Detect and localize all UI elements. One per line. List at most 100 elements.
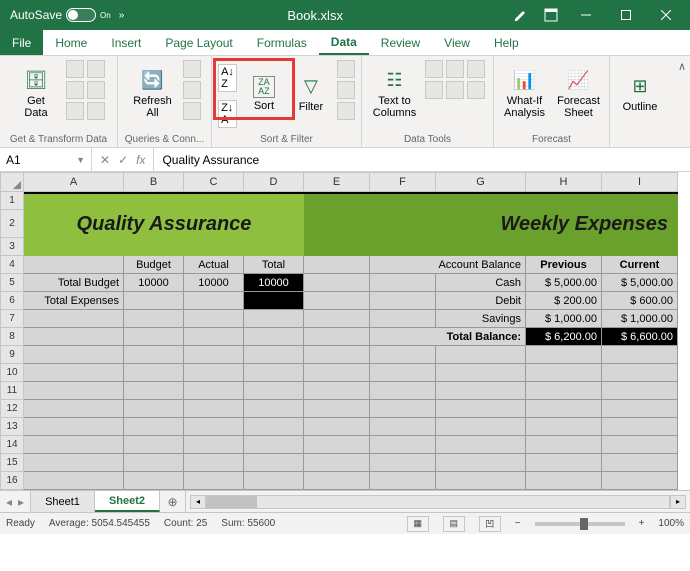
cell-A16[interactable] <box>24 472 124 490</box>
cell-F6[interactable] <box>370 292 436 310</box>
cell-B10[interactable] <box>124 364 184 382</box>
cell-B1[interactable] <box>124 192 184 210</box>
cell-D5[interactable]: 10000 <box>244 274 304 292</box>
select-all-corner[interactable] <box>0 172 24 192</box>
sort-button[interactable]: ZAAZ Sort <box>243 60 285 128</box>
minimize-button[interactable] <box>566 0 606 30</box>
row-header-16[interactable]: 16 <box>0 472 24 490</box>
col-header-a[interactable]: A <box>24 172 124 192</box>
cell-E16[interactable] <box>304 472 370 490</box>
col-header-i[interactable]: I <box>602 172 678 192</box>
tab-home[interactable]: Home <box>43 30 99 55</box>
row-header-10[interactable]: 10 <box>0 364 24 382</box>
row-header-7[interactable]: 7 <box>0 310 24 328</box>
cell-C5[interactable]: 10000 <box>184 274 244 292</box>
sheet-tab-2[interactable]: Sheet2 <box>95 491 160 512</box>
cell-H16[interactable] <box>526 472 602 490</box>
col-header-c[interactable]: C <box>184 172 244 192</box>
cell-B4[interactable]: Budget <box>124 256 184 274</box>
cell-F15[interactable] <box>370 454 436 472</box>
consolidate-icon[interactable] <box>425 81 443 99</box>
cell-D14[interactable] <box>244 436 304 454</box>
reapply-icon[interactable] <box>337 81 355 99</box>
add-sheet-button[interactable]: ⊕ <box>160 491 186 512</box>
cell-H11[interactable] <box>526 382 602 400</box>
cell-F16[interactable] <box>370 472 436 490</box>
collapse-ribbon-icon[interactable]: ∧ <box>678 60 686 73</box>
autosave-toggle[interactable] <box>66 8 96 22</box>
scroll-right-icon[interactable]: ▸ <box>670 495 686 509</box>
row-header-14[interactable]: 14 <box>0 436 24 454</box>
tab-insert[interactable]: Insert <box>99 30 153 55</box>
cell-I1[interactable] <box>602 192 678 210</box>
cell-C13[interactable] <box>184 418 244 436</box>
cancel-formula-icon[interactable]: ✕ <box>100 153 110 167</box>
cell-A9[interactable] <box>24 346 124 364</box>
col-header-d[interactable]: D <box>244 172 304 192</box>
clear-filter-icon[interactable] <box>337 60 355 78</box>
tab-view[interactable]: View <box>432 30 482 55</box>
view-pagebreak-button[interactable]: 凹 <box>479 516 501 532</box>
cell-I5[interactable]: $ 5,000.00 <box>602 274 678 292</box>
cell-A3[interactable] <box>24 238 124 256</box>
cell-A10[interactable] <box>24 364 124 382</box>
cell-B11[interactable] <box>124 382 184 400</box>
cell-F3[interactable] <box>370 238 436 256</box>
text-to-columns-button[interactable]: ☷ Text to Columns <box>371 60 419 128</box>
get-data-button[interactable]: 🗄 Get Data <box>12 60 60 128</box>
cell-I6[interactable]: $ 600.00 <box>602 292 678 310</box>
cell-D4[interactable]: Total <box>244 256 304 274</box>
cell-H7[interactable]: $ 1,000.00 <box>526 310 602 328</box>
cell-I10[interactable] <box>602 364 678 382</box>
zoom-slider[interactable] <box>535 522 625 526</box>
cell-F8[interactable] <box>370 328 436 346</box>
cell-E5[interactable] <box>304 274 370 292</box>
cell-H12[interactable] <box>526 400 602 418</box>
manage-data-model-icon[interactable] <box>467 81 485 99</box>
cell-C11[interactable] <box>184 382 244 400</box>
cell-E4[interactable] <box>304 256 370 274</box>
cell-G1[interactable] <box>436 192 526 210</box>
name-box[interactable]: A1 ▼ <box>0 148 92 171</box>
cell-G10[interactable] <box>436 364 526 382</box>
tab-file[interactable]: File <box>0 30 43 55</box>
sort-az-button[interactable]: A↓Z <box>218 64 237 92</box>
filter-button[interactable]: ▽ Filter <box>291 60 331 128</box>
cell-C9[interactable] <box>184 346 244 364</box>
sheet-tab-1[interactable]: Sheet1 <box>31 491 95 512</box>
relationships-icon[interactable] <box>446 81 464 99</box>
zoom-out-button[interactable]: − <box>515 518 521 529</box>
cell-E11[interactable] <box>304 382 370 400</box>
row-header-5[interactable]: 5 <box>0 274 24 292</box>
cell-E1[interactable] <box>304 192 370 210</box>
cell-D13[interactable] <box>244 418 304 436</box>
cell-A4[interactable] <box>24 256 124 274</box>
cell-D10[interactable] <box>244 364 304 382</box>
cell-G15[interactable] <box>436 454 526 472</box>
enter-formula-icon[interactable]: ✓ <box>118 153 128 167</box>
cell-G6[interactable]: Debit <box>436 292 526 310</box>
sheet-nav[interactable]: ◂ ▸ <box>0 491 31 512</box>
cell-B15[interactable] <box>124 454 184 472</box>
scroll-track[interactable] <box>206 495 670 509</box>
cell-H6[interactable]: $ 200.00 <box>526 292 602 310</box>
spreadsheet-grid[interactable]: A B C D E F G H I 12Quality AssuranceWee… <box>0 172 690 490</box>
cell-B5[interactable]: 10000 <box>124 274 184 292</box>
cell-D7[interactable] <box>244 310 304 328</box>
cell-H15[interactable] <box>526 454 602 472</box>
cell-I14[interactable] <box>602 436 678 454</box>
cell-F9[interactable] <box>370 346 436 364</box>
pen-icon[interactable] <box>506 0 536 30</box>
cell-D15[interactable] <box>244 454 304 472</box>
cell-G7[interactable]: Savings <box>436 310 526 328</box>
cell-C4[interactable]: Actual <box>184 256 244 274</box>
cell-B12[interactable] <box>124 400 184 418</box>
row-header-9[interactable]: 9 <box>0 346 24 364</box>
col-header-g[interactable]: G <box>436 172 526 192</box>
col-header-f[interactable]: F <box>370 172 436 192</box>
row-header-4[interactable]: 4 <box>0 256 24 274</box>
from-web-icon[interactable] <box>87 60 105 78</box>
cell-F7[interactable] <box>370 310 436 328</box>
cell-G8[interactable]: Total Balance: <box>436 328 526 346</box>
cell-H9[interactable] <box>526 346 602 364</box>
